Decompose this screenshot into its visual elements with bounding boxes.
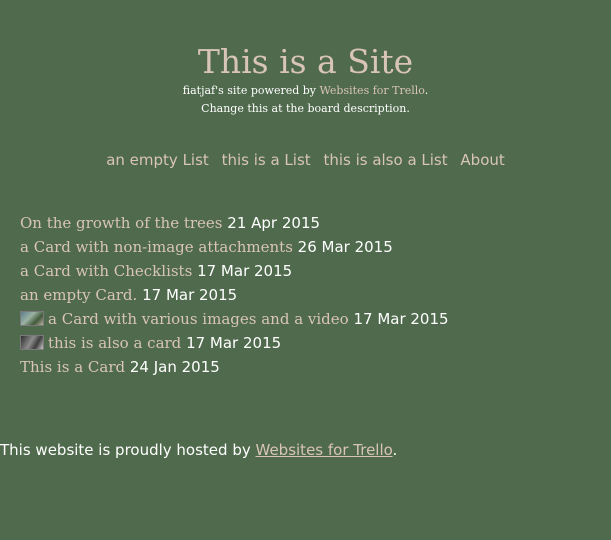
footer-suffix: . (392, 441, 398, 459)
card-link[interactable]: This is a Card (20, 358, 125, 376)
site-title: This is a Site (197, 42, 414, 81)
list-navigation: an empty List this is a List this is als… (0, 151, 611, 169)
nav-item-this-is-a-list[interactable]: this is a List (222, 151, 311, 169)
card-date: 24 Jan 2015 (129, 358, 220, 376)
footer-text: This website is proudly hosted by (0, 441, 256, 459)
card-date: 26 Mar 2015 (297, 238, 393, 256)
card-link[interactable]: a Card with Checklists (20, 262, 192, 280)
card-date: 17 Mar 2015 (142, 286, 238, 304)
card-thumbnail-image[interactable] (20, 311, 44, 326)
nav-item-about[interactable]: About (460, 151, 504, 169)
change-note: Change this at the board description. (201, 102, 410, 115)
card-link[interactable]: this is also a card (48, 334, 181, 352)
powered-by-link[interactable]: Websites for Trello (320, 84, 425, 97)
card-date: 17 Mar 2015 (353, 310, 449, 328)
nav-item-this-is-also-a-list[interactable]: this is also a List (323, 151, 447, 169)
list-item: a Card with various images and a video 1… (20, 307, 449, 331)
card-link[interactable]: On the growth of the trees (20, 214, 223, 232)
card-thumbnail-image[interactable] (20, 335, 44, 350)
card-link[interactable]: an empty Card. (20, 286, 137, 304)
site-header: This is a Site fiatjaf's site powered by… (0, 42, 611, 118)
footer: This website is proudly hosted by Websit… (0, 439, 397, 461)
card-date: 21 Apr 2015 (227, 214, 321, 232)
powered-by-text: fiatjaf's site powered by (182, 84, 320, 97)
list-item: this is also a card 17 Mar 2015 (20, 331, 449, 355)
card-link[interactable]: a Card with various images and a video (48, 310, 349, 328)
card-list: On the growth of the trees 21 Apr 2015 a… (20, 211, 449, 379)
powered-by-suffix: . (424, 84, 429, 97)
list-item: an empty Card. 17 Mar 2015 (20, 283, 449, 307)
list-item: a Card with non-image attachments 26 Mar… (20, 235, 449, 259)
footer-link[interactable]: Websites for Trello (256, 441, 393, 459)
nav-item-an-empty-list[interactable]: an empty List (106, 151, 209, 169)
list-item: This is a Card 24 Jan 2015 (20, 355, 449, 379)
card-date: 17 Mar 2015 (197, 262, 293, 280)
card-date: 17 Mar 2015 (186, 334, 282, 352)
list-item: On the growth of the trees 21 Apr 2015 (20, 211, 449, 235)
site-description: fiatjaf's site powered by Websites for T… (0, 82, 611, 100)
card-link[interactable]: a Card with non-image attachments (20, 238, 293, 256)
list-item: a Card with Checklists 17 Mar 2015 (20, 259, 449, 283)
